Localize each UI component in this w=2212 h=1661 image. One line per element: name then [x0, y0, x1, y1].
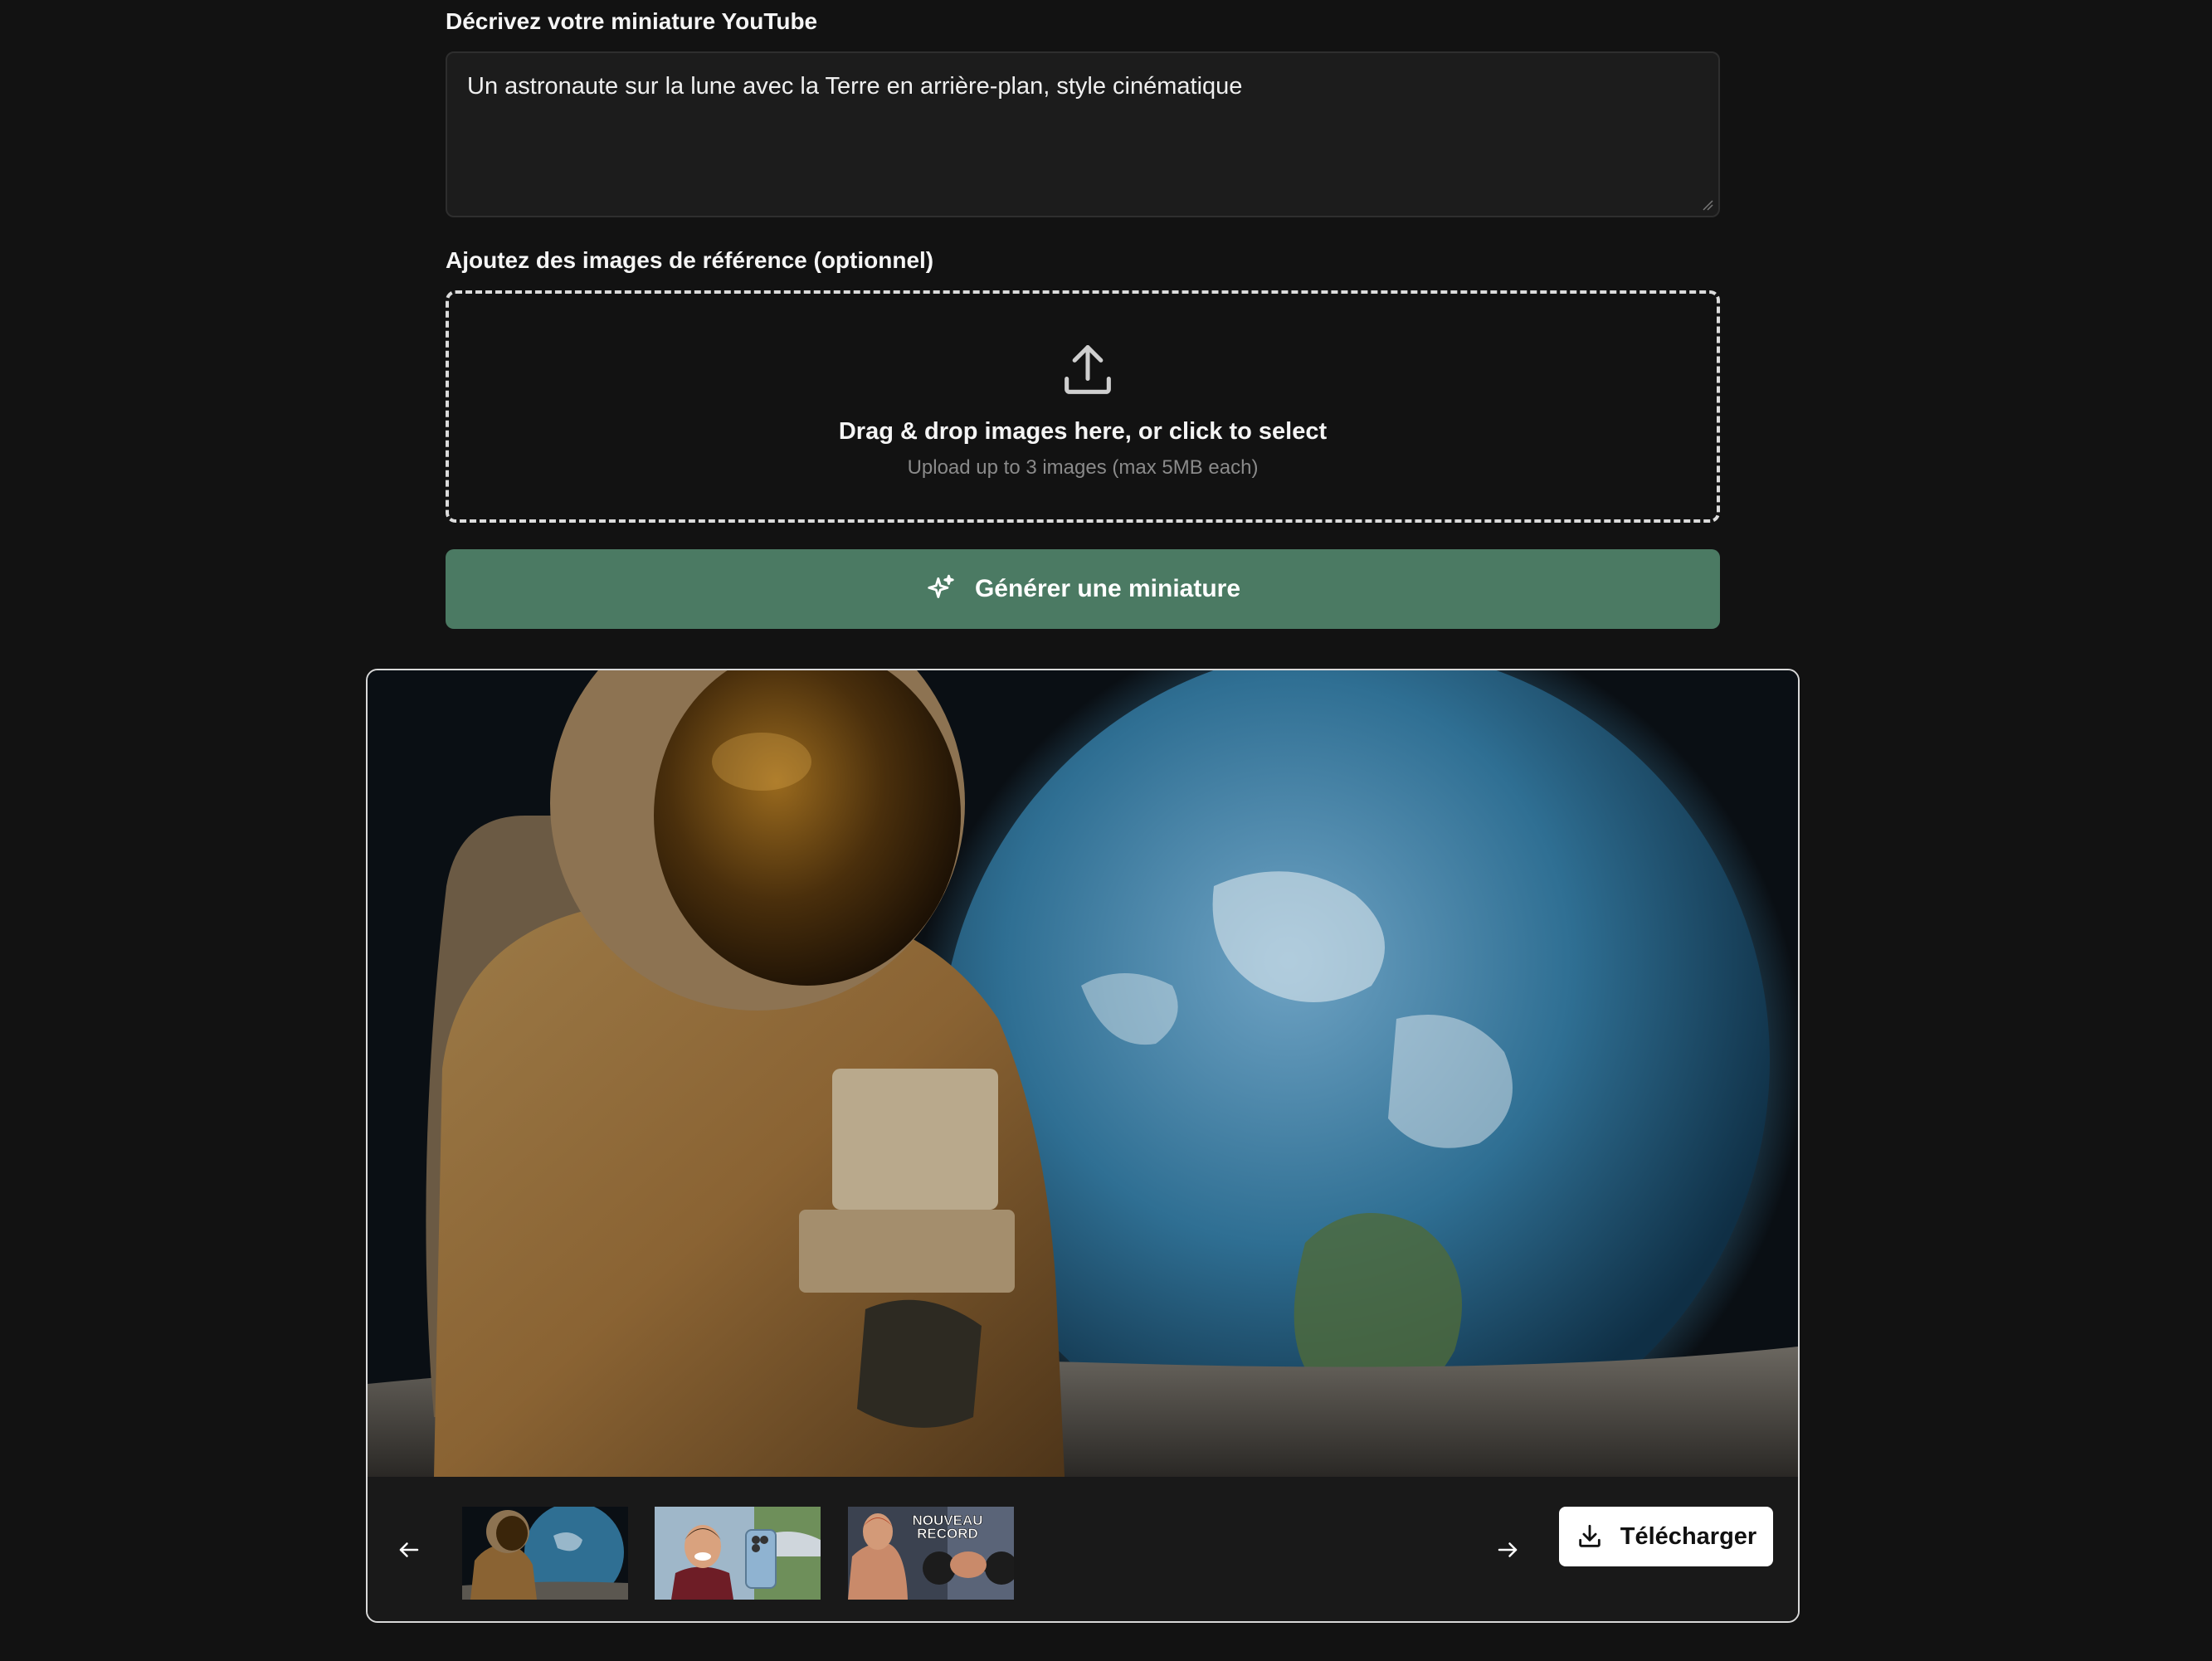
thumbnail-text-line2: RECORD: [917, 1526, 978, 1542]
result-card: NOUVEAU RECORD Télécharger: [366, 669, 1800, 1623]
download-button[interactable]: Télécharger: [1559, 1507, 1773, 1566]
resize-grip-icon[interactable]: [1700, 197, 1713, 211]
generate-thumbnail-button[interactable]: Générer une miniature: [446, 549, 1720, 629]
reference-images-label: Ajoutez des images de référence (optionn…: [446, 247, 934, 273]
thumbnail-image: [462, 1507, 628, 1600]
previous-button[interactable]: [387, 1528, 431, 1571]
thumbnail-gym-record[interactable]: NOUVEAU RECORD: [848, 1507, 1014, 1600]
thumbnail-strip: NOUVEAU RECORD Télécharger: [368, 1477, 1798, 1621]
thumbnail-astronaut-earth[interactable]: [462, 1507, 628, 1600]
description-text: Un astronaute sur la lune avec la Terre …: [467, 73, 1243, 100]
thumbnail-image: NOUVEAU RECORD: [848, 1507, 1014, 1600]
sparkle-icon: [928, 574, 954, 598]
dropzone-title: Drag & drop images here, or click to sel…: [838, 418, 1328, 445]
dropzone-subtitle: Upload up to 3 images (max 5MB each): [907, 456, 1259, 479]
thumbnail-man-with-phone[interactable]: [655, 1507, 821, 1600]
image-dropzone[interactable]: Drag & drop images here, or click to sel…: [446, 290, 1720, 523]
description-label: Décrivez votre miniature YouTube: [446, 8, 818, 34]
upload-icon: [1065, 344, 1111, 394]
arrow-right-icon: [1498, 1542, 1518, 1557]
arrow-left-icon: [399, 1542, 419, 1557]
description-textarea[interactable]: Un astronaute sur la lune avec la Terre …: [446, 51, 1720, 217]
next-button[interactable]: [1486, 1528, 1529, 1571]
download-button-label: Télécharger: [1620, 1522, 1757, 1550]
thumbnail-image: [655, 1507, 821, 1600]
download-icon: [1579, 1524, 1601, 1547]
generate-button-label: Générer une miniature: [974, 575, 1241, 602]
generated-thumbnail-image: [368, 670, 1798, 1477]
